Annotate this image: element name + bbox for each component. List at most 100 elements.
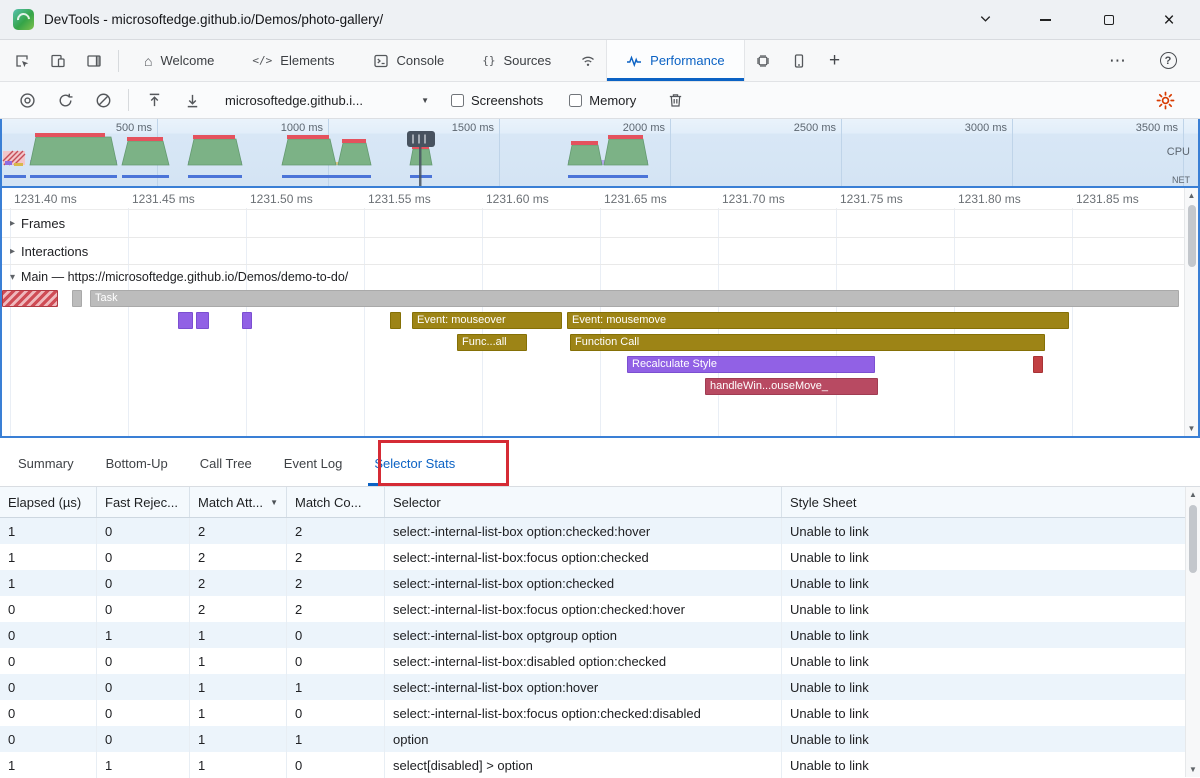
column-header-match-co[interactable]: Match Co...: [287, 487, 385, 517]
flame-bar[interactable]: [2, 290, 58, 307]
checkbox-icon[interactable]: [451, 94, 464, 107]
trash-icon: [667, 92, 684, 109]
flame-bar[interactable]: [1033, 356, 1043, 373]
flame-bar-handlewin-ousemove[interactable]: handleWin...ouseMove_: [705, 378, 878, 395]
scrollbar-thumb[interactable]: [1188, 205, 1196, 267]
devtools-tab-bar: ⌂Welcome</>ElementsConsole{}Sources Perf…: [0, 40, 1200, 82]
track-frames[interactable]: ▸ Frames: [2, 210, 1198, 238]
table-row[interactable]: 0022select:-internal-list-box:focus opti…: [0, 596, 1200, 622]
column-header-match-att[interactable]: Match Att...▼: [190, 487, 287, 517]
bar-label: Func...all: [462, 336, 507, 348]
gear-icon: [1156, 91, 1175, 110]
flame-bar-function-call[interactable]: Function Call: [570, 334, 1045, 351]
tab-summary[interactable]: Summary: [14, 440, 78, 486]
scroll-down-icon[interactable]: ▼: [1185, 421, 1198, 436]
collapsed-icon: ▸: [10, 246, 15, 257]
profile-selector[interactable]: microsoftedge.github.i... ▼: [225, 93, 429, 108]
flame-bar[interactable]: [242, 312, 252, 329]
table-cell: select:-internal-list-box:focus option:c…: [385, 596, 782, 622]
table-cell: 2: [190, 596, 287, 622]
flame-bar-func-all[interactable]: Func...all: [457, 334, 527, 351]
delete-profile-button[interactable]: [656, 83, 694, 117]
device-emulation-button[interactable]: [40, 40, 76, 82]
table-row[interactable]: 0011optionUnable to link: [0, 726, 1200, 752]
tab-elements[interactable]: </>Elements: [233, 40, 353, 81]
flame-bar[interactable]: [178, 312, 193, 329]
home-icon: ⌂: [144, 54, 152, 68]
table-row[interactable]: 0010select:-internal-list-box:disabled o…: [0, 648, 1200, 674]
table-cell: Unable to link: [782, 700, 1185, 726]
flame-scrollbar[interactable]: ▲ ▼: [1184, 188, 1198, 436]
add-tab-button[interactable]: +: [817, 40, 853, 82]
window-menu-chevron-button[interactable]: [963, 0, 1007, 40]
column-header-label: Style Sheet: [790, 495, 857, 510]
more-options-button[interactable]: ⋯: [1100, 40, 1136, 82]
timeline-detail-pane[interactable]: 1231.40 ms1231.45 ms1231.50 ms1231.55 ms…: [0, 186, 1200, 438]
bar-label: Recalculate Style: [632, 358, 717, 370]
table-cell: Unable to link: [782, 596, 1185, 622]
memory-inspector-button[interactable]: [745, 40, 781, 82]
scroll-down-icon[interactable]: ▼: [1186, 762, 1200, 777]
record-button[interactable]: [8, 83, 46, 117]
track-main[interactable]: ▾ Main — https://microsoftedge.github.io…: [2, 265, 1198, 289]
tab-selector-stats[interactable]: Selector Stats: [370, 440, 459, 486]
flame-bar[interactable]: [196, 312, 209, 329]
column-header-elapsed-s[interactable]: Elapsed (µs): [0, 487, 97, 517]
capture-settings-button[interactable]: [1146, 83, 1184, 117]
tab-welcome[interactable]: ⌂Welcome: [125, 40, 233, 81]
column-header-fast-rejec[interactable]: Fast Rejec...: [97, 487, 190, 517]
scrollbar-thumb[interactable]: [1189, 505, 1197, 573]
clear-button[interactable]: [84, 83, 122, 117]
table-row[interactable]: 1022select:-internal-list-box option:che…: [0, 518, 1200, 544]
load-profile-button[interactable]: [135, 83, 173, 117]
network-conditions-button[interactable]: [570, 40, 606, 82]
close-button[interactable]: ×: [1147, 0, 1191, 40]
table-scrollbar[interactable]: ▲ ▼: [1185, 487, 1200, 777]
flame-bar-event-mouseover[interactable]: Event: mouseover: [412, 312, 562, 329]
overview-time-label: 1500 ms: [414, 122, 494, 134]
minimize-button[interactable]: [1023, 0, 1067, 40]
bar-label: Event: mousemove: [572, 314, 666, 326]
help-button[interactable]: ?: [1150, 40, 1186, 82]
checkbox-icon[interactable]: [569, 94, 582, 107]
table-row[interactable]: 0010select:-internal-list-box:focus opti…: [0, 700, 1200, 726]
table-row[interactable]: 1022select:-internal-list-box:focus opti…: [0, 544, 1200, 570]
overview-time-label: 3500 ms: [1098, 122, 1178, 134]
flame-bar-recalculate-style[interactable]: Recalculate Style: [627, 356, 875, 373]
flame-bar-task[interactable]: Task: [90, 290, 1179, 307]
memory-checkbox[interactable]: Memory: [569, 93, 636, 108]
inspect-element-button[interactable]: [4, 40, 40, 82]
emulation-device-button[interactable]: [781, 40, 817, 82]
reload-and-record-button[interactable]: [46, 83, 84, 117]
overview-time-label: 500 ms: [72, 122, 152, 134]
tab-call-tree[interactable]: Call Tree: [196, 440, 256, 486]
table-row[interactable]: 1110select[disabled] > optionUnable to l…: [0, 752, 1200, 778]
tab-event-log[interactable]: Event Log: [280, 440, 347, 486]
flame-bar-event-mousemove[interactable]: Event: mousemove: [567, 312, 1069, 329]
scroll-up-icon[interactable]: ▲: [1185, 188, 1198, 203]
scroll-up-icon[interactable]: ▲: [1186, 487, 1200, 502]
elements-icon: </>: [252, 55, 272, 66]
maximize-button[interactable]: [1087, 0, 1131, 40]
table-cell: 2: [287, 570, 385, 596]
table-row[interactable]: 0110select:-internal-list-box optgroup o…: [0, 622, 1200, 648]
screenshots-checkbox[interactable]: Screenshots: [451, 93, 543, 108]
tab-performance[interactable]: Performance: [606, 40, 744, 81]
tab-bottom-up[interactable]: Bottom-Up: [102, 440, 172, 486]
table-row[interactable]: 0011select:-internal-list-box option:hov…: [0, 674, 1200, 700]
table-cell: 1: [190, 648, 287, 674]
table-cell: 2: [190, 518, 287, 544]
table-cell: Unable to link: [782, 674, 1185, 700]
tab-console[interactable]: Console: [354, 40, 464, 81]
column-header-style-sheet[interactable]: Style Sheet: [782, 487, 1185, 517]
flame-bar[interactable]: [72, 290, 82, 307]
screenshots-label: Screenshots: [471, 93, 543, 108]
timeline-overview[interactable]: 500 ms1000 ms1500 ms2000 ms2500 ms3000 m…: [0, 119, 1200, 186]
flame-bar[interactable]: [390, 312, 401, 329]
track-interactions[interactable]: ▸ Interactions: [2, 238, 1198, 265]
column-header-selector[interactable]: Selector: [385, 487, 782, 517]
tab-sources[interactable]: {}Sources: [463, 40, 570, 81]
save-profile-button[interactable]: [173, 83, 211, 117]
table-row[interactable]: 1022select:-internal-list-box option:che…: [0, 570, 1200, 596]
panel-layout-button[interactable]: [76, 40, 112, 82]
